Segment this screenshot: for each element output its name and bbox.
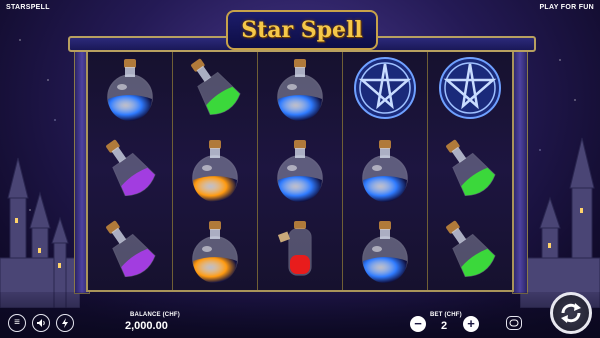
purple-potion-icon (106, 220, 156, 277)
reel-symbol (258, 48, 342, 129)
logo: Star Spell (226, 10, 378, 50)
purple-potion-icon (106, 139, 156, 197)
hamburger-menu-icon[interactable]: ≡ (8, 314, 26, 332)
orange-potion-icon (192, 220, 238, 283)
blue-potion-icon (277, 140, 323, 202)
reel-symbol (428, 48, 512, 129)
green-potion-icon (191, 59, 241, 116)
blue-potion-icon (277, 59, 323, 122)
reel-symbol (88, 129, 172, 210)
blue-potion-icon (107, 59, 153, 122)
increase-bet-button[interactable]: + (463, 316, 479, 332)
reel-symbol (173, 129, 257, 210)
bet-label: BET (CHF) (430, 312, 462, 318)
control-bar: ≡ BALANCE (CHF) 2,000.00 − BET (CHF) 2 + (0, 292, 600, 338)
reel-symbol (343, 209, 427, 290)
logo-text: Star Spell (241, 17, 363, 43)
pentagram-icon (354, 57, 416, 120)
reel-symbol (258, 129, 342, 210)
frame-pillar-right (512, 46, 528, 294)
decrease-bet-button[interactable]: − (410, 316, 426, 332)
reel-4 (343, 48, 428, 290)
reel-1 (88, 48, 173, 290)
blue-potion-icon (362, 220, 408, 283)
orange-potion-icon (192, 140, 238, 202)
reel-3 (258, 48, 343, 290)
red-potion-icon (277, 220, 312, 276)
game-title: STARSPELL (6, 4, 50, 11)
green-potion-icon (446, 139, 496, 197)
reel-symbol (343, 48, 427, 129)
autoplay-icon[interactable] (506, 316, 522, 330)
spin-button[interactable] (550, 292, 592, 334)
spin-arrows-icon (561, 303, 581, 323)
play-mode-label: PLAY FOR FUN (539, 4, 594, 11)
bet-value: 2 (441, 320, 448, 332)
castle-right (520, 137, 600, 308)
reel-symbol (428, 129, 512, 210)
green-potion-icon (446, 220, 496, 277)
castle-left (0, 157, 80, 308)
reel-grid (88, 48, 512, 290)
blue-potion-icon (362, 140, 408, 202)
reel-symbol (343, 129, 427, 210)
reel-symbol (258, 209, 342, 290)
reel-symbol (88, 209, 172, 290)
reel-symbol (173, 209, 257, 290)
reel-5 (428, 48, 512, 290)
reel-symbol (173, 48, 257, 129)
reel-symbol (428, 209, 512, 290)
pentagram-icon (439, 57, 501, 120)
reel-2 (173, 48, 258, 290)
lightning-icon[interactable] (56, 314, 74, 332)
balance-value: 2,000.00 (125, 320, 168, 332)
balance-label: BALANCE (CHF) (130, 312, 180, 318)
speaker-icon[interactable] (32, 314, 50, 332)
reel-symbol (88, 48, 172, 129)
